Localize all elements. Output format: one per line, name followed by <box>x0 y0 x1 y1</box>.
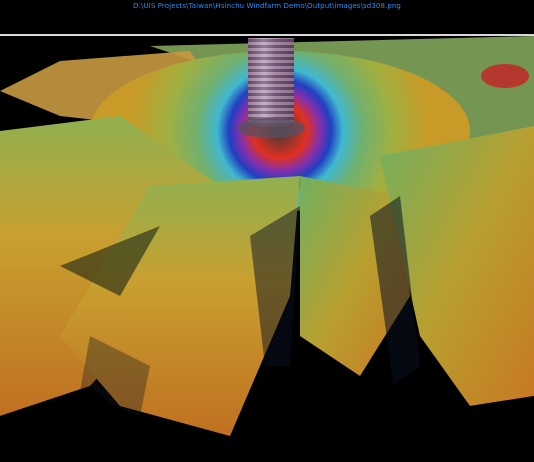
title-bar: D:\UIS Projects\Taiwan\Hsinchu Windfarm … <box>0 0 534 34</box>
window-title-path: D:\UIS Projects\Taiwan\Hsinchu Windfarm … <box>133 2 401 10</box>
bathymetry-render <box>0 36 534 462</box>
bathymetry-3d-viewport[interactable] <box>0 36 534 462</box>
red-patch-far-right <box>481 64 529 88</box>
monopile-base <box>237 118 305 138</box>
